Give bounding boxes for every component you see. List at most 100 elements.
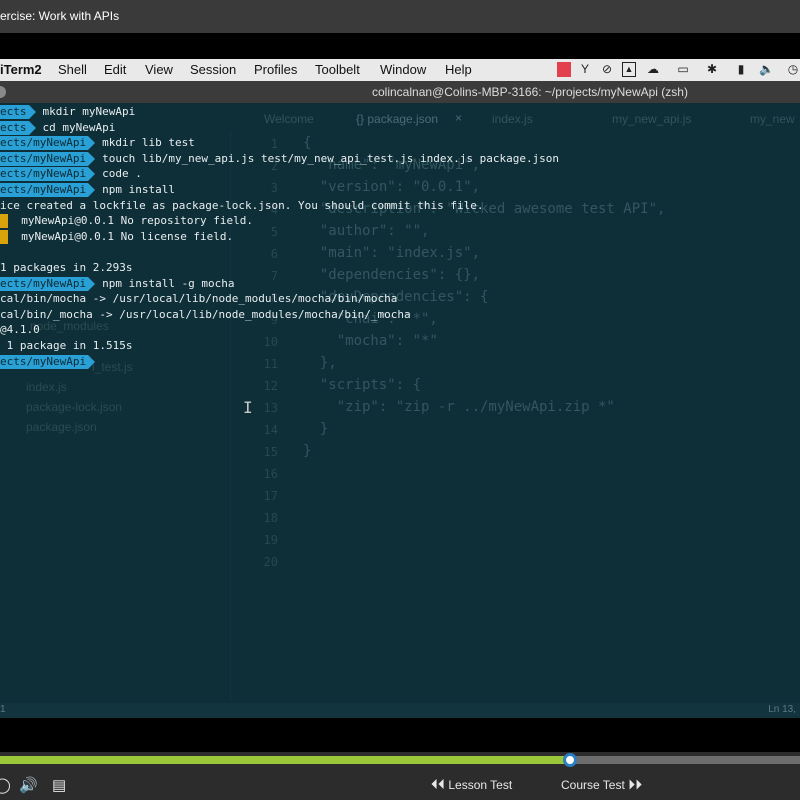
- prompt-segment: ects/myNewApi: [0, 276, 96, 291]
- command-text: code .: [102, 167, 142, 181]
- menu-profiles[interactable]: Profiles: [254, 62, 297, 77]
- course-title: ercise: Work with APIs: [0, 9, 120, 23]
- command-text: mkdir lib test: [102, 136, 195, 150]
- menu-help[interactable]: Help: [445, 62, 472, 77]
- command-text: npm install -g mocha: [102, 276, 235, 290]
- editor-code-line: "version": "0.0.1",: [303, 179, 481, 195]
- editor-line-number: 1: [270, 137, 278, 151]
- editor-tab-package-json: {} package.json: [356, 112, 439, 126]
- progress-bar[interactable]: [0, 753, 800, 767]
- prompt-segment: ects: [0, 105, 35, 119]
- editor-line-number: 18: [263, 511, 278, 525]
- lesson-test-button[interactable]: ⏴⏴ Lesson Test: [431, 776, 512, 793]
- output-text: myNewApi@0.0.1 No license field.: [21, 229, 234, 243]
- editor-line-number: 11: [263, 357, 278, 371]
- course-test-label: Course Test: [561, 778, 625, 792]
- editor-line-number: 14: [263, 423, 278, 437]
- window-zoom-button[interactable]: [0, 86, 6, 98]
- warn-badge: [0, 229, 8, 244]
- tray-airplay-icon[interactable]: ▭: [676, 62, 690, 77]
- output-text: ice created a lockfile as package-lock.j…: [0, 198, 484, 212]
- mac-menu-bar: iTerm2 Shell Edit View Session Profiles …: [0, 59, 800, 81]
- volume-icon[interactable]: 🔊: [19, 776, 38, 794]
- terminal-line: cal/bin/_mocha -> /usr/local/lib/node_mo…: [0, 307, 411, 323]
- terminal-line: myNewApi@0.0.1 No repository field.: [0, 213, 253, 229]
- status-cursor-position: Ln 13,: [768, 704, 796, 715]
- editor-tab-my-new-api: my_new_api.js: [612, 112, 692, 126]
- tray-clock-icon[interactable]: ◷: [786, 62, 800, 77]
- terminal-line: ects/myNewApi npm install -g mocha: [0, 276, 235, 292]
- terminal-line: ice created a lockfile as package-lock.j…: [0, 198, 483, 214]
- terminal-line: ects/myNewApi code .: [0, 166, 142, 182]
- editor-line-number: 6: [270, 247, 278, 261]
- tray-record-icon[interactable]: [557, 62, 571, 77]
- course-title-bar: ercise: Work with APIs: [0, 0, 800, 33]
- editor-code-line: }: [303, 421, 329, 437]
- terminal-line: ects/myNewApi npm install: [0, 182, 175, 198]
- editor-tab-my-new: my_new: [750, 112, 795, 126]
- editor-tab-welcome: Welcome: [264, 112, 314, 126]
- editor-line-number: 12: [263, 379, 278, 393]
- status-left: 1: [0, 704, 6, 715]
- prompt-segment: ects/myNewApi: [0, 167, 96, 182]
- prompt-segment: ects/myNewApi: [0, 136, 96, 151]
- editor-line-number: 20: [263, 555, 278, 569]
- progress-handle[interactable]: [563, 753, 578, 767]
- tray-cloud-icon[interactable]: ☁: [646, 62, 660, 77]
- editor-code-line: }: [303, 443, 312, 459]
- replay-icon[interactable]: ◯: [0, 776, 11, 794]
- editor-tab-bar: Welcome {} package.json × index.js my_ne…: [230, 106, 800, 130]
- terminal-line: myNewApi@0.0.1 No license field.: [0, 229, 233, 245]
- iterm-window-titlebar[interactable]: colincalnan@Colins-MBP-3166: ~/projects/…: [0, 81, 800, 103]
- tray-drive-icon[interactable]: ▲: [622, 62, 636, 77]
- course-test-button[interactable]: Course Test ⏵⏵: [561, 776, 642, 793]
- tray-branch-icon[interactable]: Y: [578, 62, 592, 77]
- menu-toolbelt[interactable]: Toolbelt: [315, 62, 360, 77]
- terminal-pane[interactable]: Welcome {} package.json × index.js my_ne…: [0, 103, 800, 703]
- prompt-segment: ects: [0, 120, 35, 135]
- window-title: colincalnan@Colins-MBP-3166: ~/projects/…: [372, 85, 688, 99]
- tray-battery-icon[interactable]: ▮: [733, 62, 749, 77]
- prompt-segment: ects/myNewApi: [0, 354, 96, 369]
- terminal-line: ects cd myNewApi: [0, 120, 115, 136]
- text-cursor-icon: I: [243, 398, 253, 417]
- editor-code-line: },: [303, 355, 337, 371]
- terminal-line: ects mkdir myNewApi: [0, 104, 135, 120]
- terminal-line: ects/myNewApi: [0, 354, 102, 370]
- tray-blocked-icon[interactable]: ⊘: [600, 62, 614, 77]
- editor-code-line: "main": "index.js",: [303, 245, 481, 261]
- tray-volume-icon[interactable]: 🔈: [759, 62, 774, 77]
- output-text: myNewApi@0.0.1 No repository field.: [21, 214, 254, 228]
- menu-shell[interactable]: Shell: [58, 62, 87, 77]
- letterbox-bottom: [0, 718, 800, 752]
- terminal-line: 1 package in 1.515s: [0, 338, 133, 354]
- editor-code-line: "dependencies": {},: [303, 267, 481, 283]
- sidebar-item-index-js: index.js: [26, 380, 67, 394]
- editor-code-line: "scripts": {: [303, 377, 422, 393]
- terminal-line: cal/bin/mocha -> /usr/local/lib/node_mod…: [0, 291, 397, 307]
- editor-line-number: 7: [270, 269, 278, 283]
- command-text: touch lib/my_new_api.js test/my_new_api_…: [102, 151, 560, 165]
- editor-code-line: "mocha": "*": [303, 333, 438, 349]
- editor-line-number: 3: [270, 181, 278, 195]
- menu-window[interactable]: Window: [380, 62, 426, 77]
- sidebar-item-package-json: package.json: [26, 420, 97, 434]
- menu-app-name[interactable]: iTerm2: [0, 62, 42, 77]
- editor-status-bar: 1 Ln 13,: [0, 703, 800, 718]
- editor-code-line: "zip": "zip -r ../myNewApi.zip *": [303, 399, 615, 415]
- output-text: 1 packages in 2.293s: [0, 261, 133, 274]
- letterbox-top: [0, 33, 800, 59]
- warn-badge: [0, 214, 8, 229]
- editor-line-number: 16: [263, 467, 278, 481]
- editor-line-number: 15: [263, 445, 278, 459]
- terminal-line: @4.1.0: [0, 322, 40, 338]
- editor-code-line: {: [303, 135, 312, 151]
- menu-session[interactable]: Session: [190, 62, 236, 77]
- tray-bluetooth-icon[interactable]: ✱: [705, 62, 719, 77]
- menu-view[interactable]: View: [145, 62, 173, 77]
- editor-line-number: 19: [263, 533, 278, 547]
- prompt-segment: ects/myNewApi: [0, 151, 96, 166]
- menu-edit[interactable]: Edit: [104, 62, 126, 77]
- transcript-icon[interactable]: ▤: [52, 776, 66, 794]
- editor-line-number: 10: [263, 335, 278, 349]
